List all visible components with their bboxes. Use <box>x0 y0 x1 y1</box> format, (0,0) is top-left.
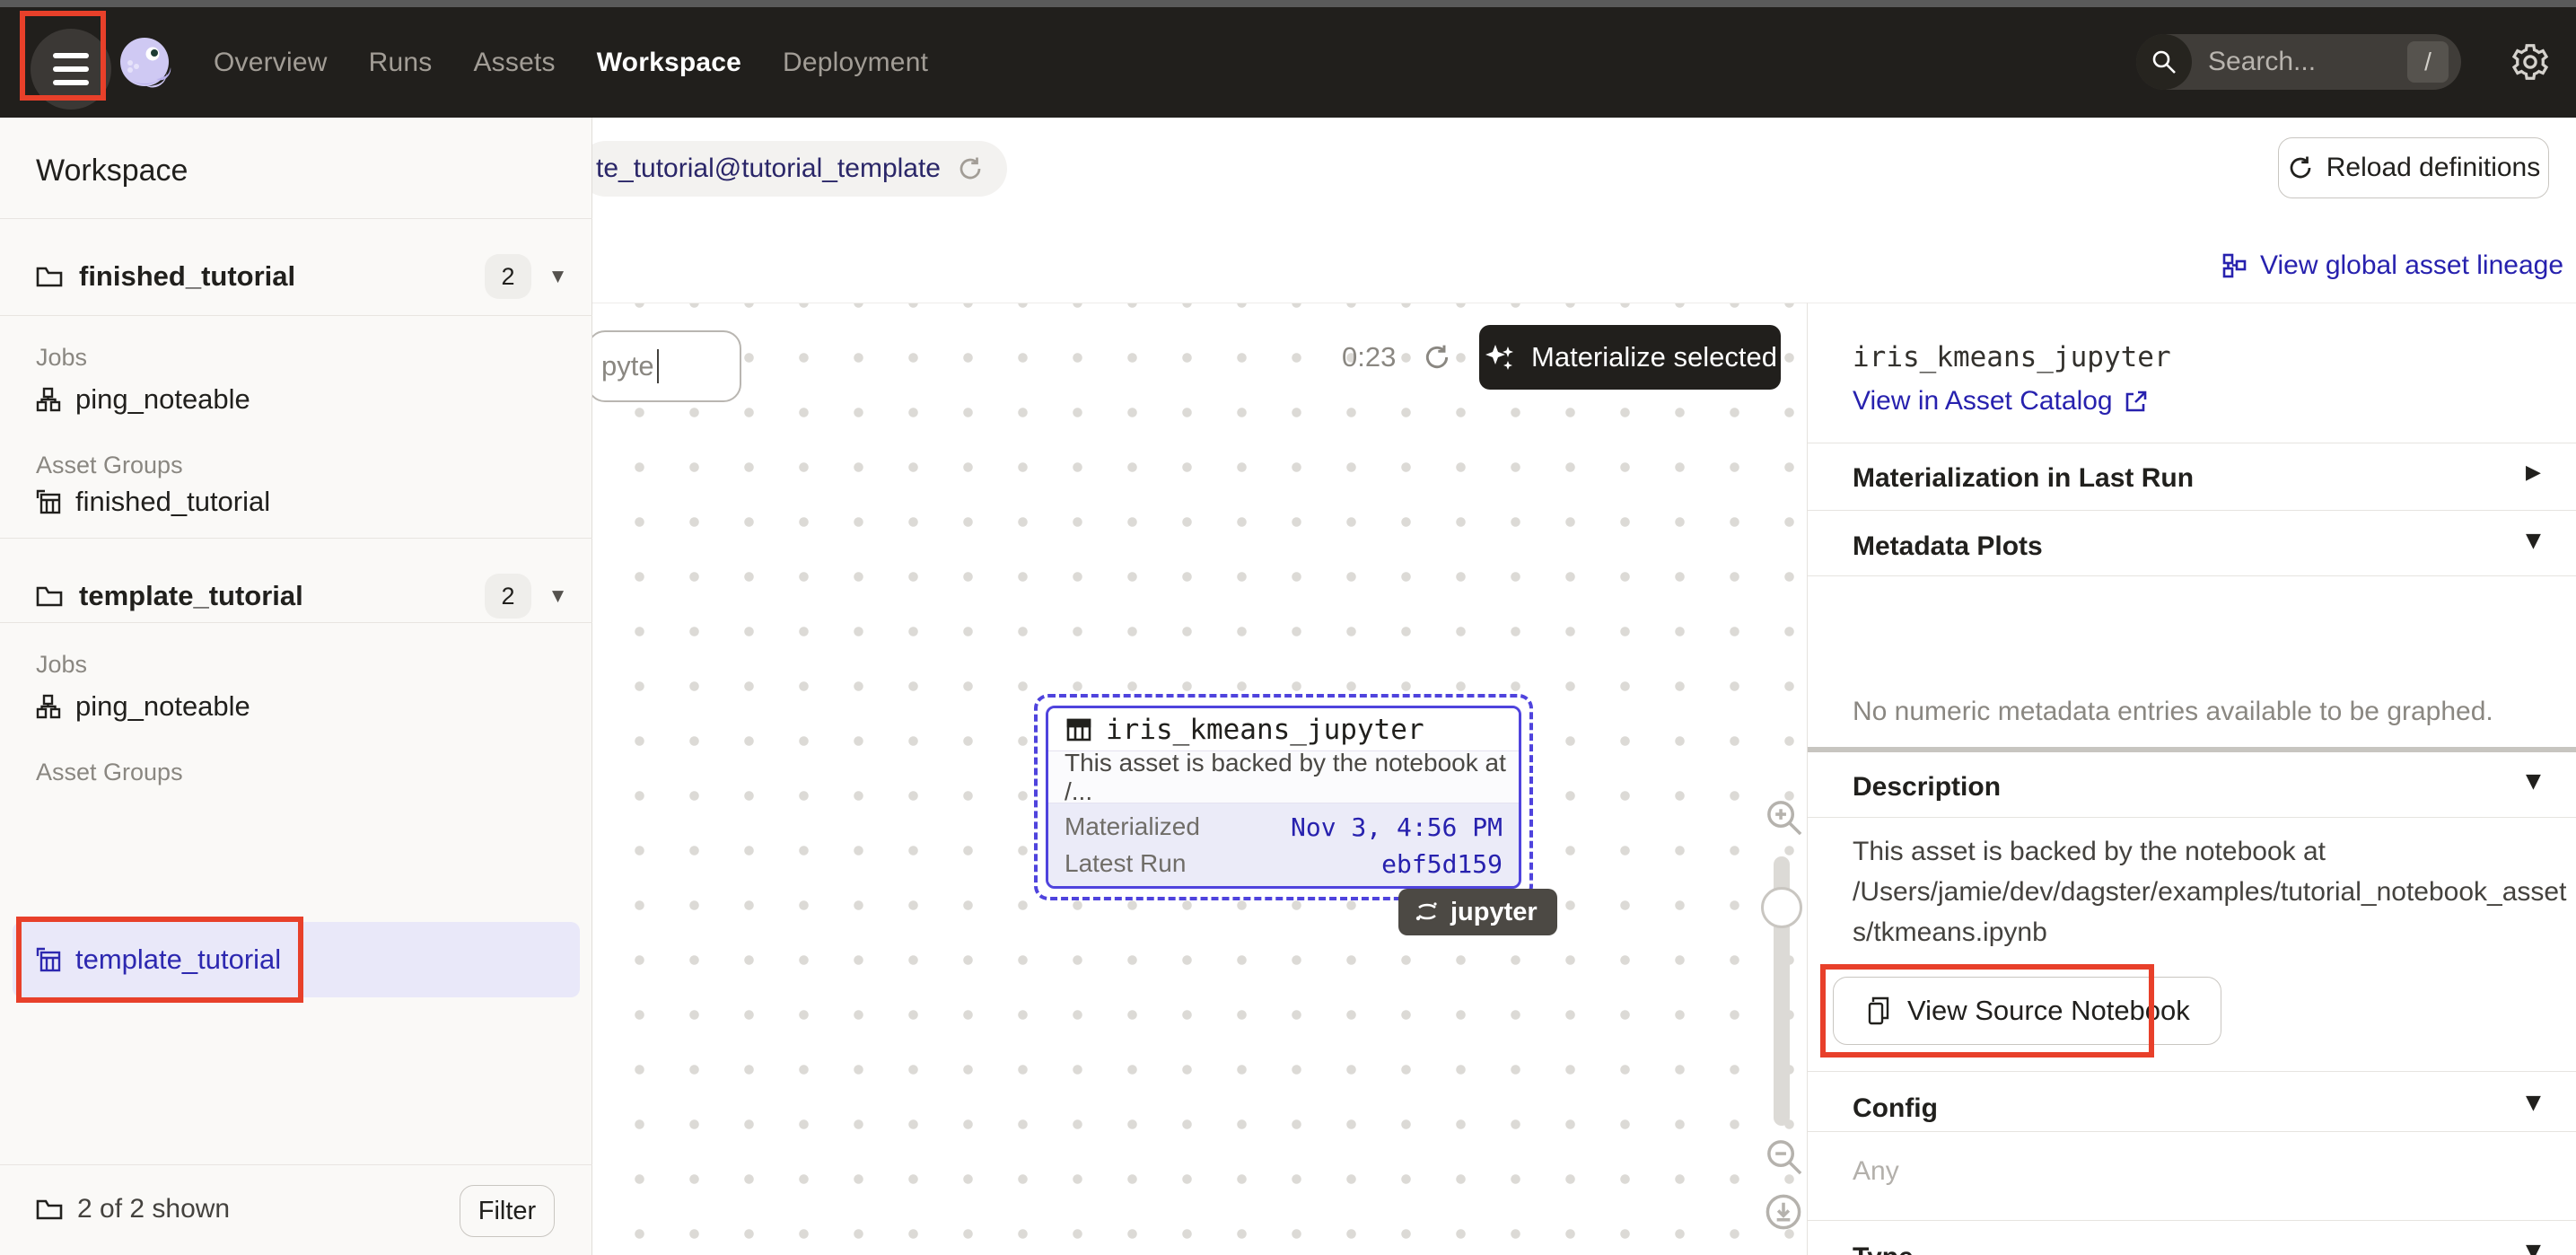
metadata-empty-text: No numeric metadata entries available to… <box>1853 697 2493 727</box>
sidebar-asset-group-template-tutorial-selected[interactable]: template_tutorial <box>13 922 580 997</box>
zoom-out-icon[interactable] <box>1764 1137 1803 1176</box>
sparkle-icon <box>1483 339 1519 375</box>
chevron-down-icon[interactable]: ▼ <box>2526 770 2541 793</box>
nav-deployment[interactable]: Deployment <box>783 48 928 78</box>
nav-workspace[interactable]: Workspace <box>597 48 741 78</box>
zoom-slider-handle[interactable] <box>1761 887 1802 928</box>
asset-node-header: iris_kmeans_jupyter <box>1048 708 1519 751</box>
section-description[interactable]: Description <box>1853 772 2001 803</box>
section-materialization-last-run[interactable]: Materialization in Last Run <box>1853 463 2194 494</box>
folder-icon <box>36 1198 63 1221</box>
asset-details-panel: iris_kmeans_jupyter View in Asset Catalo… <box>1807 303 2576 1255</box>
notebook-copy-icon <box>1864 996 1893 1026</box>
chevron-down-icon[interactable]: ▼ <box>552 268 564 285</box>
sidebar-job-ping-noteable[interactable]: ping_noteable <box>36 690 250 723</box>
panel-asset-title: iris_kmeans_jupyter <box>1853 341 2171 373</box>
zoom-in-icon[interactable] <box>1764 797 1803 837</box>
sidebar-asset-group-finished-tutorial[interactable]: finished_tutorial <box>36 486 270 518</box>
asset-groups-heading: Asset Groups <box>36 452 183 479</box>
sidebar-group-template-tutorial[interactable]: template_tutorial 2 ▼ <box>0 557 592 635</box>
reload-definitions-button[interactable]: Reload definitions <box>2278 137 2549 198</box>
chevron-down-icon[interactable]: ▼ <box>2526 1241 2541 1255</box>
folder-icon <box>36 265 63 288</box>
view-source-notebook-button[interactable]: View Source Notebook <box>1833 977 2221 1045</box>
view-in-asset-catalog-link[interactable]: View in Asset Catalog <box>1853 386 2149 417</box>
search-input[interactable] <box>2192 47 2407 77</box>
dagster-logo-icon[interactable] <box>117 36 176 100</box>
asset-node-card: iris_kmeans_jupyter This asset is backed… <box>1046 706 1521 889</box>
asset-group-table-icon <box>36 489 61 514</box>
sidebar-group-finished-tutorial[interactable]: finished_tutorial 2 ▼ <box>0 238 592 315</box>
asset-group-table-icon <box>36 947 61 972</box>
nav-overview[interactable]: Overview <box>214 48 328 78</box>
refresh-icon[interactable] <box>957 155 984 182</box>
materialize-selected-button[interactable]: Materialize selected <box>1479 325 1781 390</box>
group-count-badge: 2 <box>485 254 531 299</box>
description-text: This asset is backed by the notebook at … <box>1853 831 2571 952</box>
top-nav-bar: Overview Runs Assets Workspace Deploymen… <box>0 7 2576 118</box>
refresh-icon[interactable] <box>1423 343 1451 372</box>
table-icon <box>1065 715 1093 744</box>
section-config[interactable]: Config <box>1853 1093 1938 1124</box>
jupyter-icon <box>1413 898 1441 926</box>
dagster-app: Overview Runs Assets Workspace Deploymen… <box>0 0 2576 1255</box>
refresh-icon <box>2287 154 2314 181</box>
asset-node-iris-kmeans-jupyter[interactable]: iris_kmeans_jupyter This asset is backed… <box>1034 694 1533 900</box>
hamburger-menu-button[interactable] <box>31 29 111 110</box>
group-count-badge: 2 <box>485 574 531 619</box>
section-type[interactable]: Type <box>1853 1242 1914 1255</box>
repo-location-pill[interactable]: te_tutorial@tutorial_template <box>578 141 1007 197</box>
jobs-heading: Jobs <box>36 344 87 372</box>
sidebar-footer: 2 of 2 shown Filter <box>0 1164 592 1255</box>
asset-node-stats: Materialized Nov 3, 4:56 PM Latest Run e… <box>1048 803 1519 886</box>
view-global-asset-lineage-link[interactable]: View global asset lineage <box>2221 250 2563 281</box>
nav-assets[interactable]: Assets <box>473 48 555 78</box>
asset-graph-canvas[interactable]: pyte 0:23 Materialize selected <box>592 303 1807 1255</box>
gear-icon[interactable] <box>2510 41 2551 83</box>
config-value: Any <box>1853 1156 1899 1187</box>
search-shortcut-badge: / <box>2407 41 2449 83</box>
search-icon <box>2136 34 2192 90</box>
workspace-sidebar: Workspace finished_tutorial 2 ▼ Jobs pin… <box>0 118 592 1255</box>
asset-groups-heading: Asset Groups <box>36 759 183 786</box>
refresh-timer: 0:23 <box>1342 341 1396 373</box>
main-nav: Overview Runs Assets Workspace Deploymen… <box>214 7 928 118</box>
zoom-slider[interactable] <box>1774 856 1790 1126</box>
chevron-down-icon[interactable]: ▼ <box>2526 1092 2541 1114</box>
sidebar-job-ping-noteable[interactable]: ping_noteable <box>36 383 250 416</box>
shown-count: 2 of 2 shown <box>36 1194 230 1224</box>
download-icon[interactable] <box>1764 1192 1803 1232</box>
jupyter-tag[interactable]: jupyter <box>1398 889 1557 935</box>
chevron-down-icon[interactable]: ▼ <box>552 587 564 605</box>
materialized-timestamp[interactable]: Nov 3, 4:56 PM <box>1291 812 1503 842</box>
sidebar-title: Workspace <box>36 154 188 189</box>
external-link-icon <box>2124 389 2149 414</box>
text-cursor <box>657 349 659 383</box>
job-graph-icon <box>36 387 61 412</box>
window-edge-strip <box>0 0 2576 7</box>
job-graph-icon <box>36 694 61 719</box>
filter-button[interactable]: Filter <box>460 1185 555 1237</box>
jobs-heading: Jobs <box>36 651 87 679</box>
lineage-icon <box>2221 252 2247 279</box>
folder-icon <box>36 584 63 608</box>
search-bar[interactable]: / <box>2136 34 2461 90</box>
graph-filter-tag-input[interactable]: pyte <box>592 330 741 402</box>
chevron-right-icon[interactable]: ▶ <box>2526 461 2541 484</box>
nav-runs[interactable]: Runs <box>369 48 433 78</box>
main-content: te_tutorial@tutorial_template Reload def… <box>592 118 2576 1255</box>
section-metadata-plots[interactable]: Metadata Plots <box>1853 531 2043 562</box>
chevron-down-icon[interactable]: ▼ <box>2526 530 2541 552</box>
section-separator <box>1808 747 2576 752</box>
asset-node-description: This asset is backed by the notebook at … <box>1048 751 1519 803</box>
latest-run-link[interactable]: ebf5d159 <box>1381 849 1503 879</box>
